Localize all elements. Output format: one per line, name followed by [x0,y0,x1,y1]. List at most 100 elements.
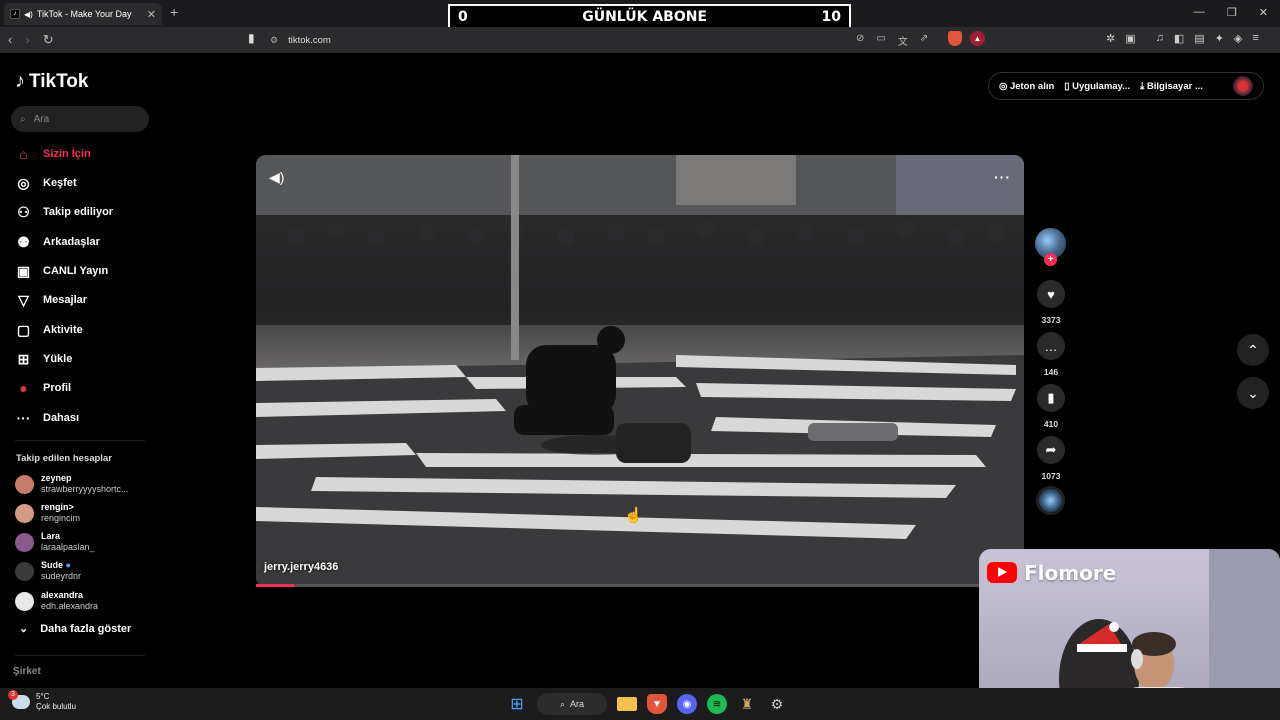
followed-account[interactable]: rengin> rengincim [15,500,155,526]
get-coins-button[interactable]: ◎ Jeton alın [999,81,1054,92]
desktop-app-button[interactable]: ⤓ Bilgisayar ... [1140,81,1203,92]
vpn-icon[interactable]: ◈ [1234,32,1242,45]
share-action[interactable]: ➦ 1073 [1036,436,1066,481]
windows-start-icon[interactable]: ⊞ [507,694,527,714]
video-username[interactable]: jerry.jerry4636 [264,561,338,573]
previous-video-button[interactable]: ⌃ [1237,334,1269,366]
nav-label: CANLI Yayın [43,265,109,277]
followed-account[interactable]: zeynep strawberryyyyshortc... [15,471,155,497]
save-action[interactable]: ▮ 410 [1036,384,1066,429]
share-arrow-icon[interactable]: ➦ [1037,436,1065,464]
reader-mode-icon[interactable]: ▭ [876,33,885,48]
new-tab-button[interactable]: + [170,4,178,20]
weather-widget[interactable]: 3 5°C Çok bulutlu [8,690,76,712]
compass-icon: ◎ [17,174,30,191]
get-app-button[interactable]: ▯ Uygulamay... [1064,81,1130,92]
discord-icon[interactable]: ◉ [677,694,697,714]
url-field[interactable]: ⚙ tiktok.com [270,29,848,51]
nav-item-profile[interactable]: ● Profil [15,376,145,400]
home-icon: ⌂ [19,146,28,162]
profile-icon: ● [19,380,28,396]
url-text: tiktok.com [288,34,331,46]
volume-icon[interactable]: ◀) [269,169,284,186]
nav-label: Takip ediliyor [43,206,114,218]
counter-right: 10 [821,9,841,25]
minimize-button[interactable]: — [1194,6,1205,19]
video-options-icon[interactable]: ··· [994,169,1011,185]
taskbar-search[interactable]: ⌕ Ara [537,693,607,715]
follow-plus-icon[interactable]: + [1044,253,1057,266]
extensions-icon[interactable]: ✲ [1106,32,1115,45]
nav-item-following[interactable]: ⚇ Takip ediliyor [15,200,145,224]
file-explorer-icon[interactable] [617,697,637,711]
forward-icon[interactable]: › [25,32,29,48]
avatar [15,561,34,581]
video-progress-track[interactable] [256,584,1024,587]
tiktok-favicon-icon: ♪ [10,9,20,19]
game-launcher-icon[interactable]: ♜ [737,694,757,714]
nav-item-messages[interactable]: ▽ Mesajlar [15,288,145,312]
cloud-icon: 3 [8,690,30,709]
chevron-down-icon: ⌄ [1247,384,1259,401]
show-more-button[interactable]: ⌄ Daha fazla göster [19,622,131,636]
heart-icon[interactable]: ♥ [1037,280,1065,308]
back-icon[interactable]: ‹ [8,32,12,48]
following-icon: ⚇ [17,203,30,220]
tab-title: TikTok - Make Your Day [36,9,132,19]
verified-badge-icon: ● [65,560,71,570]
sidebar-toggle-icon[interactable]: ◧ [1174,32,1184,45]
settings-app-icon[interactable]: ⚙ [767,694,787,714]
chevron-up-icon: ⌃ [1247,341,1259,358]
reload-icon[interactable]: ↻ [43,32,54,48]
leo-ai-icon[interactable]: ✦ [1215,32,1224,45]
tab-close-icon[interactable]: ✕ [147,8,156,21]
bookmark-icon[interactable]: ▮ [248,31,255,45]
followed-account[interactable]: alexandra edh.alexandra [15,588,155,614]
comment-count: 146 [1043,367,1059,377]
window-close-button[interactable]: ✕ [1259,6,1268,19]
account-username: sudeyrdnr [41,571,82,581]
brave-rewards-icon[interactable]: ▲ [970,31,985,46]
nav-item-friends[interactable]: ⚉ Arkadaşlar [15,230,145,254]
followed-account[interactable]: Lara laraalpaslan_ [15,529,155,555]
browser-tab[interactable]: ♪ ◀) TikTok - Make Your Day ✕ [4,3,162,25]
share-icon[interactable]: ⇗ [920,33,928,48]
nav-item-upload[interactable]: ⊞ Yükle [15,347,145,371]
youtube-play-icon [998,567,1007,577]
nav-label: Profil [43,382,72,394]
brave-shields-icon[interactable] [948,31,962,46]
media-icon[interactable]: ♫ [1156,32,1164,45]
translate-icon[interactable]: 文 [898,33,908,48]
music-disc-icon[interactable] [1036,486,1065,515]
search-icon: ⌕ [20,113,26,125]
browser-toolbar-right: ✲ ▣ ♫ ◧ ▤ ✦ ◈ ≡ [1106,32,1259,45]
next-video-button[interactable]: ⌄ [1237,377,1269,409]
comment-action[interactable]: … 146 [1036,332,1066,377]
like-action[interactable]: ♥ 3373 [1036,280,1066,325]
nav-item-live[interactable]: ▣ CANLI Yayın [15,259,145,283]
menu-icon[interactable]: ≡ [1252,32,1258,45]
screenshot-icon[interactable]: ▣ [1125,32,1135,45]
no-translate-icon[interactable]: ⊘ [856,33,864,48]
account-username: rengincim [41,513,81,523]
site-settings-icon[interactable]: ⚙ [270,35,278,46]
nav-item-more[interactable]: ··· Dahası [15,406,145,430]
nav-item-activity[interactable]: ▢ Aktivite [15,318,145,342]
user-avatar[interactable] [1233,76,1253,96]
top-right-actions: ◎ Jeton alın ▯ Uygulamay... ⤓ Bilgisayar… [988,72,1264,100]
maximize-button[interactable]: ❐ [1227,6,1237,19]
upload-icon: ⊞ [17,350,30,367]
search-input[interactable]: ⌕ Ara [11,106,149,132]
bookmark-save-icon[interactable]: ▮ [1037,384,1065,412]
wallet-icon[interactable]: ▤ [1194,32,1204,45]
nav-item-for-you[interactable]: ⌂ Sizin İçin [15,142,145,166]
comment-icon[interactable]: … [1037,332,1065,360]
account-username: edh.alexandra [41,601,99,611]
brave-browser-icon[interactable]: ▼ [647,694,667,714]
audio-playing-icon[interactable]: ◀) [24,10,33,19]
spotify-icon[interactable]: ≋ [707,694,727,714]
followed-account[interactable]: Sude ● sudeyrdnr [15,558,155,584]
nav-item-explore[interactable]: ◎ Keşfet [15,171,145,195]
tiktok-logo[interactable]: ♪ TikTok [15,70,88,93]
nav-label: Aktivite [43,324,83,336]
